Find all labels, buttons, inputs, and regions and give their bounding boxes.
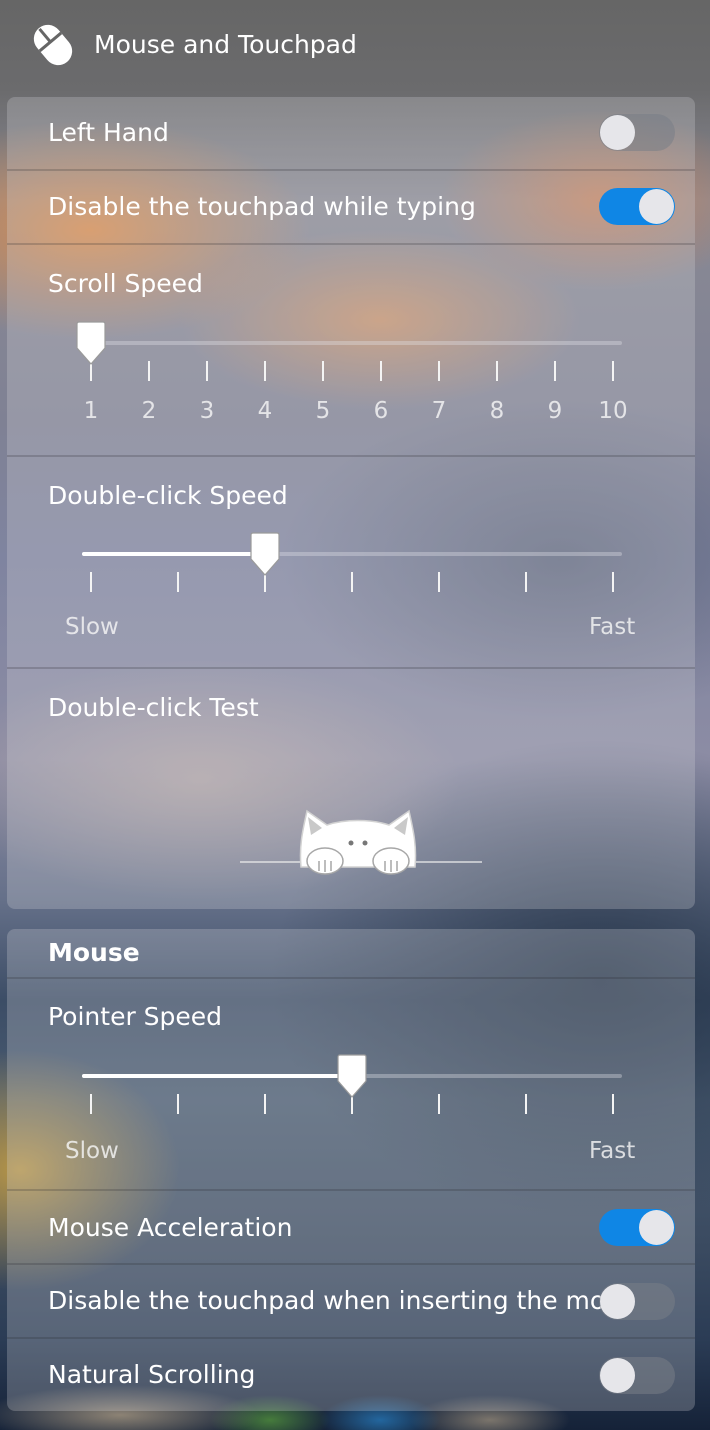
pointer-speed-row: Pointer Speed Slow Fast [7, 979, 695, 1189]
slider-handle[interactable] [337, 1054, 367, 1098]
slider-tick [351, 572, 353, 592]
slider-tick [496, 361, 498, 381]
slider-tick [554, 361, 556, 381]
slider-tick [322, 361, 324, 381]
disable-touchpad-mouse-toggle[interactable] [599, 1283, 675, 1320]
double-click-speed-row: Double-click Speed Slow Fast [7, 457, 695, 667]
disable-touchpad-mouse-row: Disable the touchpad when inserting the … [7, 1265, 695, 1337]
disable-touchpad-typing-row: Disable the touchpad while typing [7, 171, 695, 243]
slider-tick [90, 572, 92, 592]
slider-handle[interactable] [76, 321, 106, 365]
scroll-speed-tick-label: 2 [141, 398, 157, 424]
scroll-speed-label: Scroll Speed [48, 269, 203, 298]
scroll-speed-tick-label: 5 [315, 398, 331, 424]
scroll-speed-tick-label: 1 [83, 398, 99, 424]
mouse-icon [33, 24, 73, 66]
slider-tick [380, 361, 382, 381]
slider-tick [438, 361, 440, 381]
slider-tick [438, 572, 440, 592]
scroll-speed-tick-label: 3 [199, 398, 215, 424]
scroll-speed-tick-label: 4 [257, 398, 273, 424]
natural-scrolling-label: Natural Scrolling [48, 1360, 256, 1389]
scroll-speed-slider[interactable] [76, 321, 622, 411]
slider-handle[interactable] [250, 532, 280, 576]
toggle-knob [600, 115, 635, 150]
page-title: Mouse and Touchpad [94, 30, 357, 59]
mouse-section-header: Mouse [7, 929, 695, 977]
toggle-knob [639, 1210, 674, 1245]
toggle-knob [639, 189, 674, 224]
fast-label: Fast [589, 1138, 636, 1164]
natural-scrolling-row: Natural Scrolling [7, 1339, 695, 1411]
mouse-acceleration-label: Mouse Acceleration [48, 1213, 293, 1242]
scroll-speed-row: Scroll Speed 1 2 3 4 5 6 7 8 9 10 [7, 245, 695, 455]
mouse-settings-panel: Mouse Pointer Speed Slow Fast Mouse Acce… [7, 929, 695, 1411]
slider-tick [148, 361, 150, 381]
double-click-test-label: Double-click Test [48, 693, 259, 722]
left-hand-label: Left Hand [48, 118, 169, 147]
double-click-speed-label: Double-click Speed [48, 481, 288, 510]
slow-label: Slow [65, 1138, 119, 1164]
slow-label: Slow [65, 614, 119, 640]
double-click-speed-slider[interactable] [82, 532, 622, 622]
slider-tick [612, 361, 614, 381]
slider-fill [82, 1074, 352, 1078]
header: Mouse and Touchpad [0, 0, 710, 88]
slider-tick [612, 1094, 614, 1114]
slider-fill [82, 552, 265, 556]
slider-tick [264, 361, 266, 381]
mouse-acceleration-toggle[interactable] [599, 1209, 675, 1246]
left-hand-toggle[interactable] [599, 114, 675, 151]
fast-label: Fast [589, 614, 636, 640]
disable-touchpad-typing-toggle[interactable] [599, 188, 675, 225]
scroll-speed-tick-label: 9 [547, 398, 563, 424]
slider-tick [438, 1094, 440, 1114]
toggle-knob [600, 1358, 635, 1393]
natural-scrolling-toggle[interactable] [599, 1357, 675, 1394]
slider-track[interactable] [82, 341, 622, 345]
mouse-acceleration-row: Mouse Acceleration [7, 1191, 695, 1263]
scroll-speed-tick-label: 8 [489, 398, 505, 424]
pointer-speed-slider[interactable] [82, 1054, 622, 1144]
slider-tick [264, 1094, 266, 1114]
general-settings-panel: Left Hand Disable the touchpad while typ… [7, 97, 695, 909]
slider-tick [525, 572, 527, 592]
slider-tick [206, 361, 208, 381]
slider-tick [177, 1094, 179, 1114]
slider-tick [525, 1094, 527, 1114]
disable-touchpad-typing-label: Disable the touchpad while typing [48, 192, 476, 221]
scroll-speed-tick-label: 6 [373, 398, 389, 424]
cat-icon[interactable] [295, 805, 421, 875]
pointer-speed-label: Pointer Speed [48, 1002, 223, 1031]
left-hand-row: Left Hand [7, 97, 695, 169]
slider-tick [612, 572, 614, 592]
scroll-speed-tick-label: 7 [431, 398, 447, 424]
slider-tick [90, 1094, 92, 1114]
disable-touchpad-mouse-label: Disable the touchpad when inserting the … [48, 1286, 604, 1315]
toggle-knob [600, 1284, 635, 1319]
section-title: Mouse [48, 938, 140, 967]
scroll-speed-tick-label: 10 [598, 398, 628, 424]
slider-tick [177, 572, 179, 592]
